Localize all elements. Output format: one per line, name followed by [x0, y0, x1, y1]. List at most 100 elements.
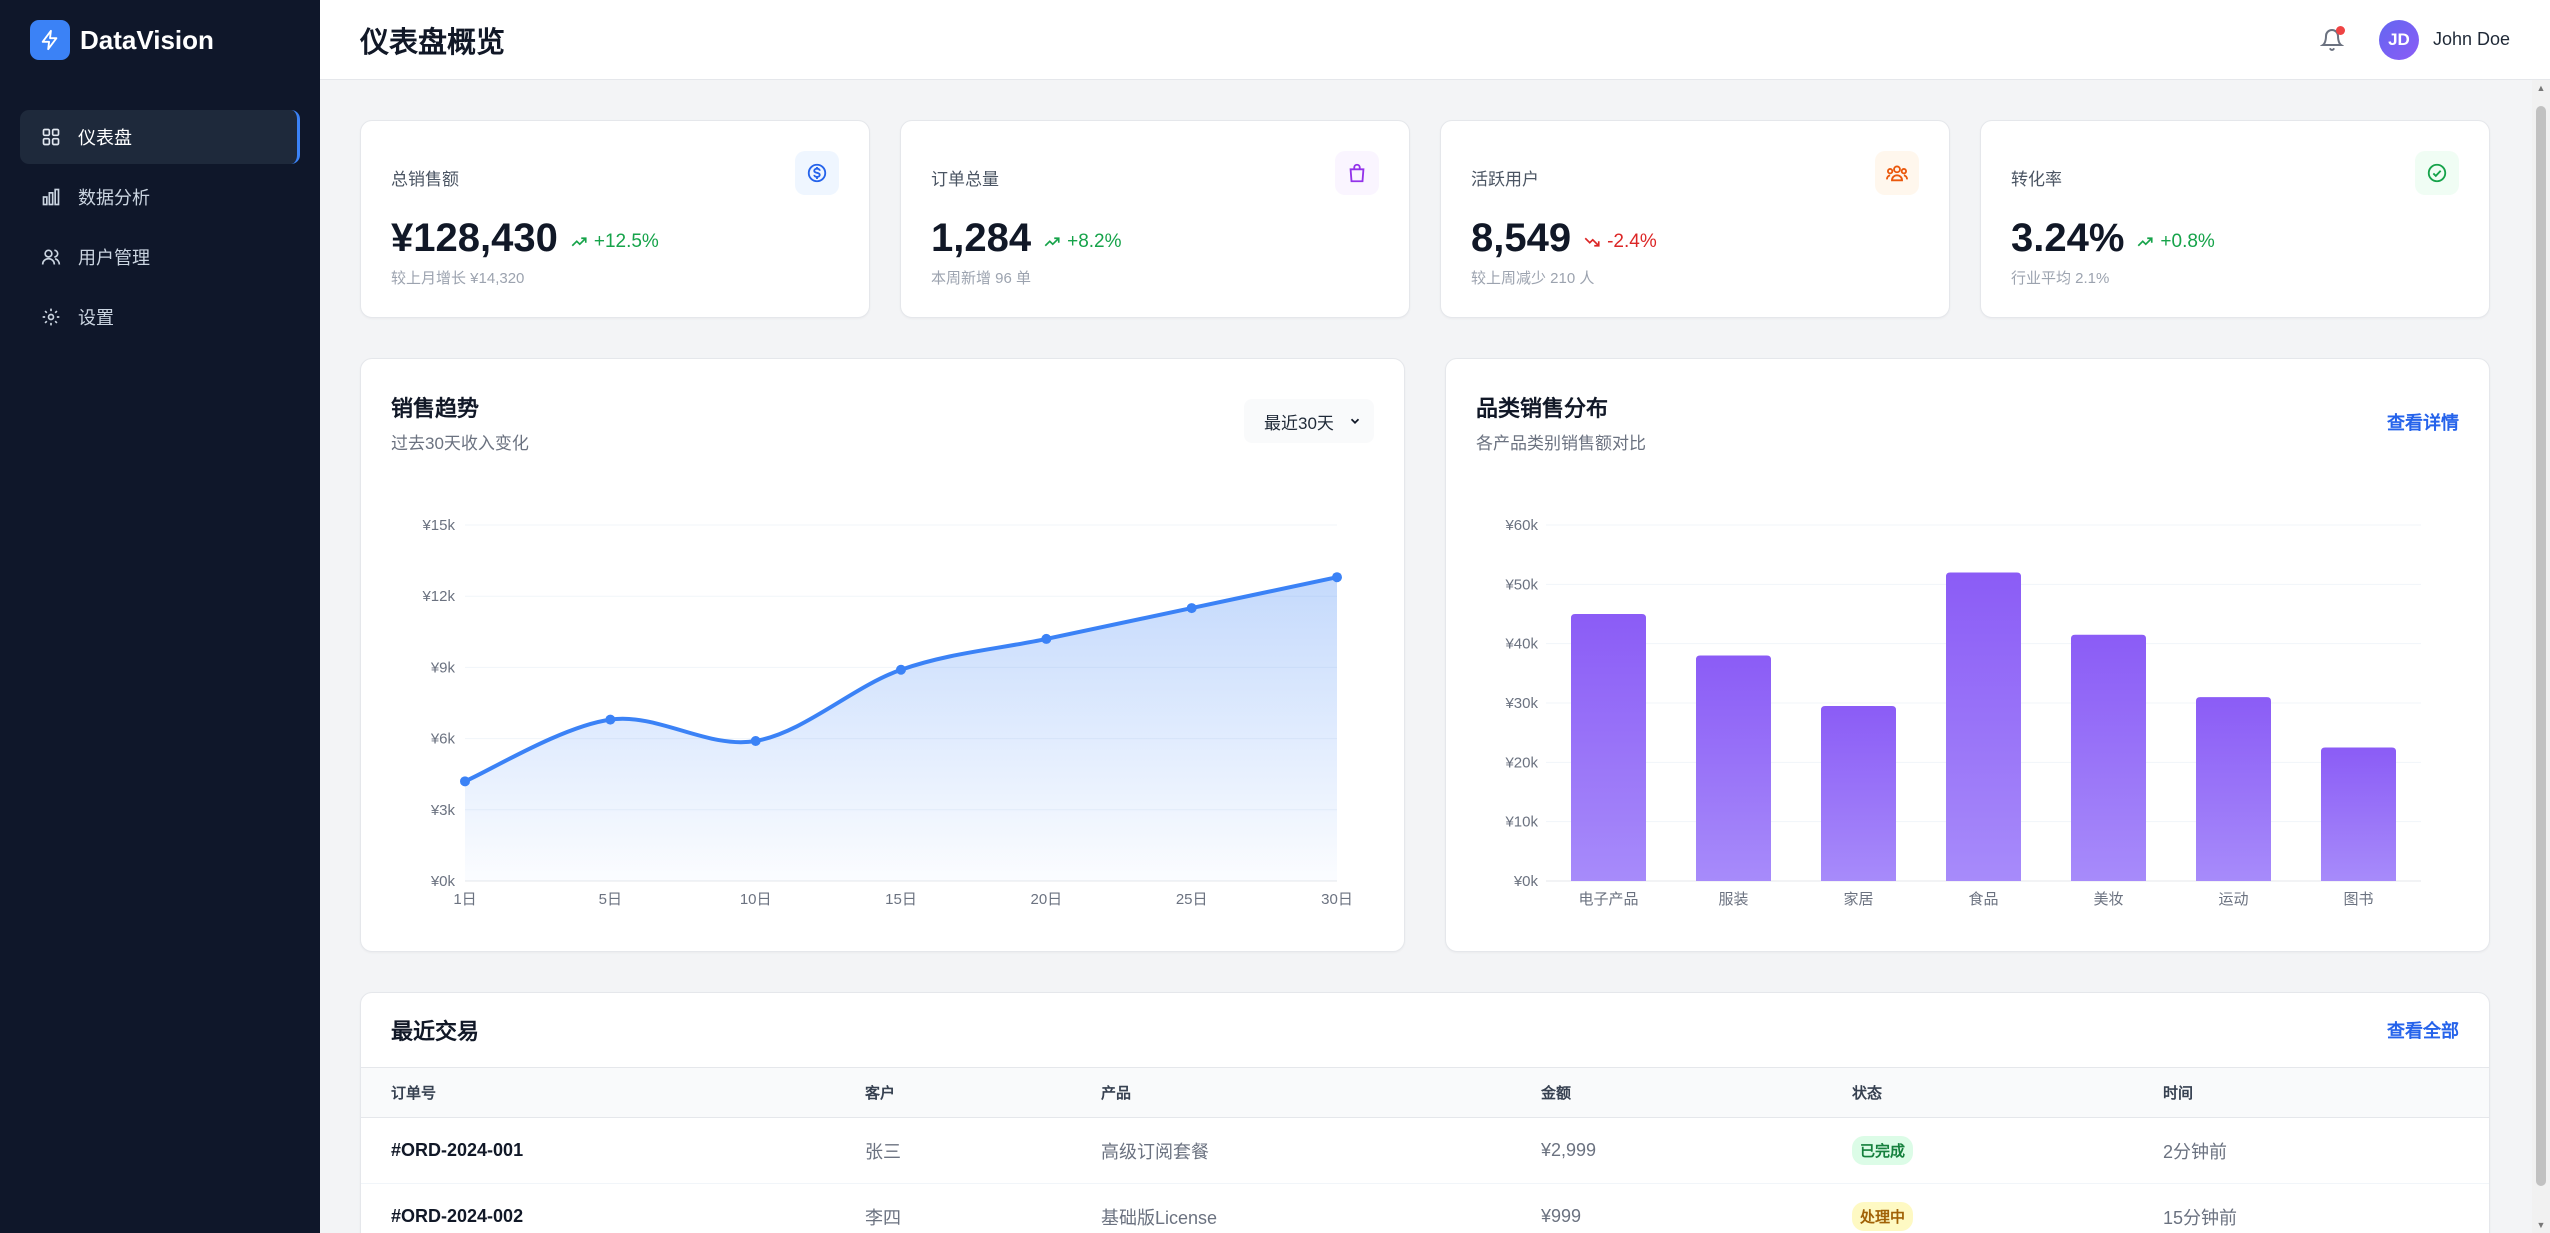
- x-tick-label: 20日: [1030, 891, 1062, 908]
- trend-down-icon: [1584, 237, 1600, 247]
- stat-label: 转化率: [2011, 170, 2062, 189]
- bar[interactable]: [2071, 634, 2146, 881]
- order-id: #ORD-2024-002: [361, 1183, 865, 1233]
- x-tick-label: 服装: [1718, 891, 1748, 908]
- stat-card-sales: 总销售额 ¥128,430 +12.5% 较上月增长 ¥14,320: [360, 120, 870, 318]
- sidebar-item-label: 设置: [78, 308, 114, 328]
- stat-label: 活跃用户: [1471, 170, 1539, 189]
- data-point[interactable]: [896, 664, 906, 675]
- stat-subtext: 较上周减少 210 人: [1471, 270, 1595, 287]
- stat-change: +0.8%: [2136, 231, 2215, 253]
- x-tick-label: 食品: [1968, 891, 1998, 908]
- scroll-up-icon[interactable]: ▲: [2536, 82, 2546, 94]
- stat-change: +12.5%: [570, 231, 659, 253]
- sidebar-item-dashboard[interactable]: 仪表盘: [20, 110, 300, 164]
- column-header[interactable]: 时间: [2163, 1067, 2489, 1118]
- y-tick-label: ¥10k: [1504, 814, 1538, 831]
- bar[interactable]: [2321, 747, 2396, 882]
- column-header[interactable]: 金额: [1541, 1067, 1852, 1118]
- stat-card-active-users: 活跃用户 8,549 -2.4% 较上周减少 210 人: [1440, 120, 1950, 318]
- table-row[interactable]: #ORD-2024-002 李四 基础版License ¥999 处理中 15分…: [361, 1183, 2489, 1233]
- order-id: #ORD-2024-001: [361, 1117, 865, 1184]
- bar[interactable]: [2196, 697, 2271, 881]
- sales-trend-card: ¥0k ¥3k ¥6k ¥9k ¥12k ¥15k 1日 5日 10日 15日 20日 25日 30日 …: [360, 358, 1405, 952]
- scroll-thumb[interactable]: [2536, 106, 2546, 1186]
- stat-change: +8.2%: [1043, 231, 1122, 253]
- stat-label: 总销售额: [391, 170, 459, 189]
- product: 高级订阅套餐: [1101, 1117, 1541, 1184]
- stat-subtext: 行业平均 2.1%: [2011, 270, 2110, 287]
- transactions-table: 订单号 客户 产品 金额 状态 时间 #ORD-2024-001 张三 高级订阅…: [361, 1067, 2489, 1233]
- stats-row: 总销售额 ¥128,430 +12.5% 较上月增长 ¥14,320 订单总量 …: [360, 120, 2490, 318]
- data-point[interactable]: [1332, 572, 1342, 583]
- data-point[interactable]: [460, 776, 470, 787]
- table-row[interactable]: #ORD-2024-001 张三 高级订阅套餐 ¥2,999 已完成 2分钟前: [361, 1117, 2489, 1184]
- bar-chart-icon: [40, 186, 62, 208]
- column-header[interactable]: 订单号: [361, 1067, 865, 1118]
- x-tick-label: 15日: [885, 891, 917, 908]
- grid-icon: [40, 126, 62, 148]
- chart-title: 销售趋势: [391, 396, 480, 421]
- stat-subtext: 较上月增长 ¥14,320: [391, 270, 525, 287]
- stat-change-text: +8.2%: [1067, 231, 1122, 252]
- column-header[interactable]: 状态: [1852, 1067, 2163, 1118]
- y-tick-label: ¥6k: [430, 731, 456, 748]
- status-badge: 处理中: [1852, 1202, 1914, 1231]
- x-tick-label: 10日: [740, 891, 772, 908]
- sidebar-item-users[interactable]: 用户管理: [20, 230, 300, 284]
- sidebar-item-analytics[interactable]: 数据分析: [20, 170, 300, 224]
- chart-subtitle: 各产品类别销售额对比: [1476, 434, 1646, 453]
- stat-value: 3.24%: [2011, 216, 2125, 260]
- stat-value: 8,549: [1471, 216, 1572, 260]
- sidebar-item-label: 用户管理: [78, 248, 150, 268]
- bell-icon[interactable]: [2317, 25, 2347, 55]
- avatar[interactable]: JD: [2378, 19, 2419, 60]
- data-point[interactable]: [750, 735, 761, 746]
- x-tick-label: 1日: [453, 891, 476, 908]
- chevron-down-icon: [1350, 418, 1360, 424]
- sidebar-item-settings[interactable]: 设置: [20, 290, 300, 344]
- users-icon: [1875, 151, 1919, 195]
- stat-change-text: +12.5%: [593, 231, 659, 252]
- bar[interactable]: [1946, 572, 2021, 881]
- view-details-link[interactable]: 查看详情: [2387, 409, 2459, 435]
- x-tick-label: 美妆: [2093, 891, 2123, 908]
- sidebar-item-label: 仪表盘: [78, 128, 132, 148]
- view-all-link[interactable]: 查看全部: [2387, 1017, 2459, 1043]
- date-range-select[interactable]: 最近30天: [1244, 399, 1374, 443]
- y-tick-label: ¥9k: [430, 659, 456, 676]
- bar[interactable]: [1821, 705, 1896, 881]
- column-header[interactable]: 产品: [1101, 1067, 1541, 1118]
- main-content: 总销售额 ¥128,430 +12.5% 较上月增长 ¥14,320 订单总量 …: [360, 120, 2490, 1233]
- scroll-down-icon[interactable]: ▼: [2536, 1219, 2546, 1231]
- x-tick-label: 运动: [2218, 891, 2248, 908]
- recent-transactions-card: 最近交易 查看全部 订单号 客户 产品 金额 状态 时间 #ORD-2024-0…: [360, 992, 2490, 1233]
- shopping-bag-icon: [1335, 151, 1379, 195]
- time: 2分钟前: [2163, 1117, 2489, 1184]
- y-tick-label: ¥50k: [1504, 576, 1538, 593]
- x-tick-label: 25日: [1176, 891, 1208, 908]
- stat-card-orders: 订单总量 1,284 +8.2% 本周新增 96 单: [900, 120, 1410, 318]
- brand[interactable]: DataVision: [0, 0, 320, 80]
- y-tick-label: ¥0k: [1513, 873, 1539, 890]
- x-tick-label: 5日: [599, 891, 622, 908]
- stat-change-text: -2.4%: [1607, 231, 1657, 252]
- data-point[interactable]: [1186, 603, 1197, 614]
- x-tick-label: 家居: [1843, 891, 1873, 908]
- users-icon: [40, 246, 62, 268]
- customer: 张三: [865, 1117, 1101, 1184]
- bar[interactable]: [1696, 655, 1771, 881]
- trend-up-icon: [1044, 237, 1060, 247]
- bar[interactable]: [1571, 614, 1646, 881]
- data-point[interactable]: [605, 714, 616, 725]
- user-name[interactable]: John Doe: [2433, 29, 2510, 50]
- x-tick-label: 30日: [1321, 891, 1353, 908]
- column-header[interactable]: 客户: [865, 1067, 1101, 1118]
- chart-subtitle: 过去30天收入变化: [391, 434, 529, 453]
- page-scrollbar[interactable]: ▲ ▼: [2532, 80, 2550, 1233]
- product: 基础版License: [1101, 1183, 1541, 1233]
- stat-subtext: 本周新增 96 单: [931, 270, 1032, 287]
- x-tick-label: 图书: [2343, 891, 2373, 908]
- data-point[interactable]: [1041, 633, 1052, 644]
- stat-card-conversion: 转化率 3.24% +0.8% 行业平均 2.1%: [1980, 120, 2490, 318]
